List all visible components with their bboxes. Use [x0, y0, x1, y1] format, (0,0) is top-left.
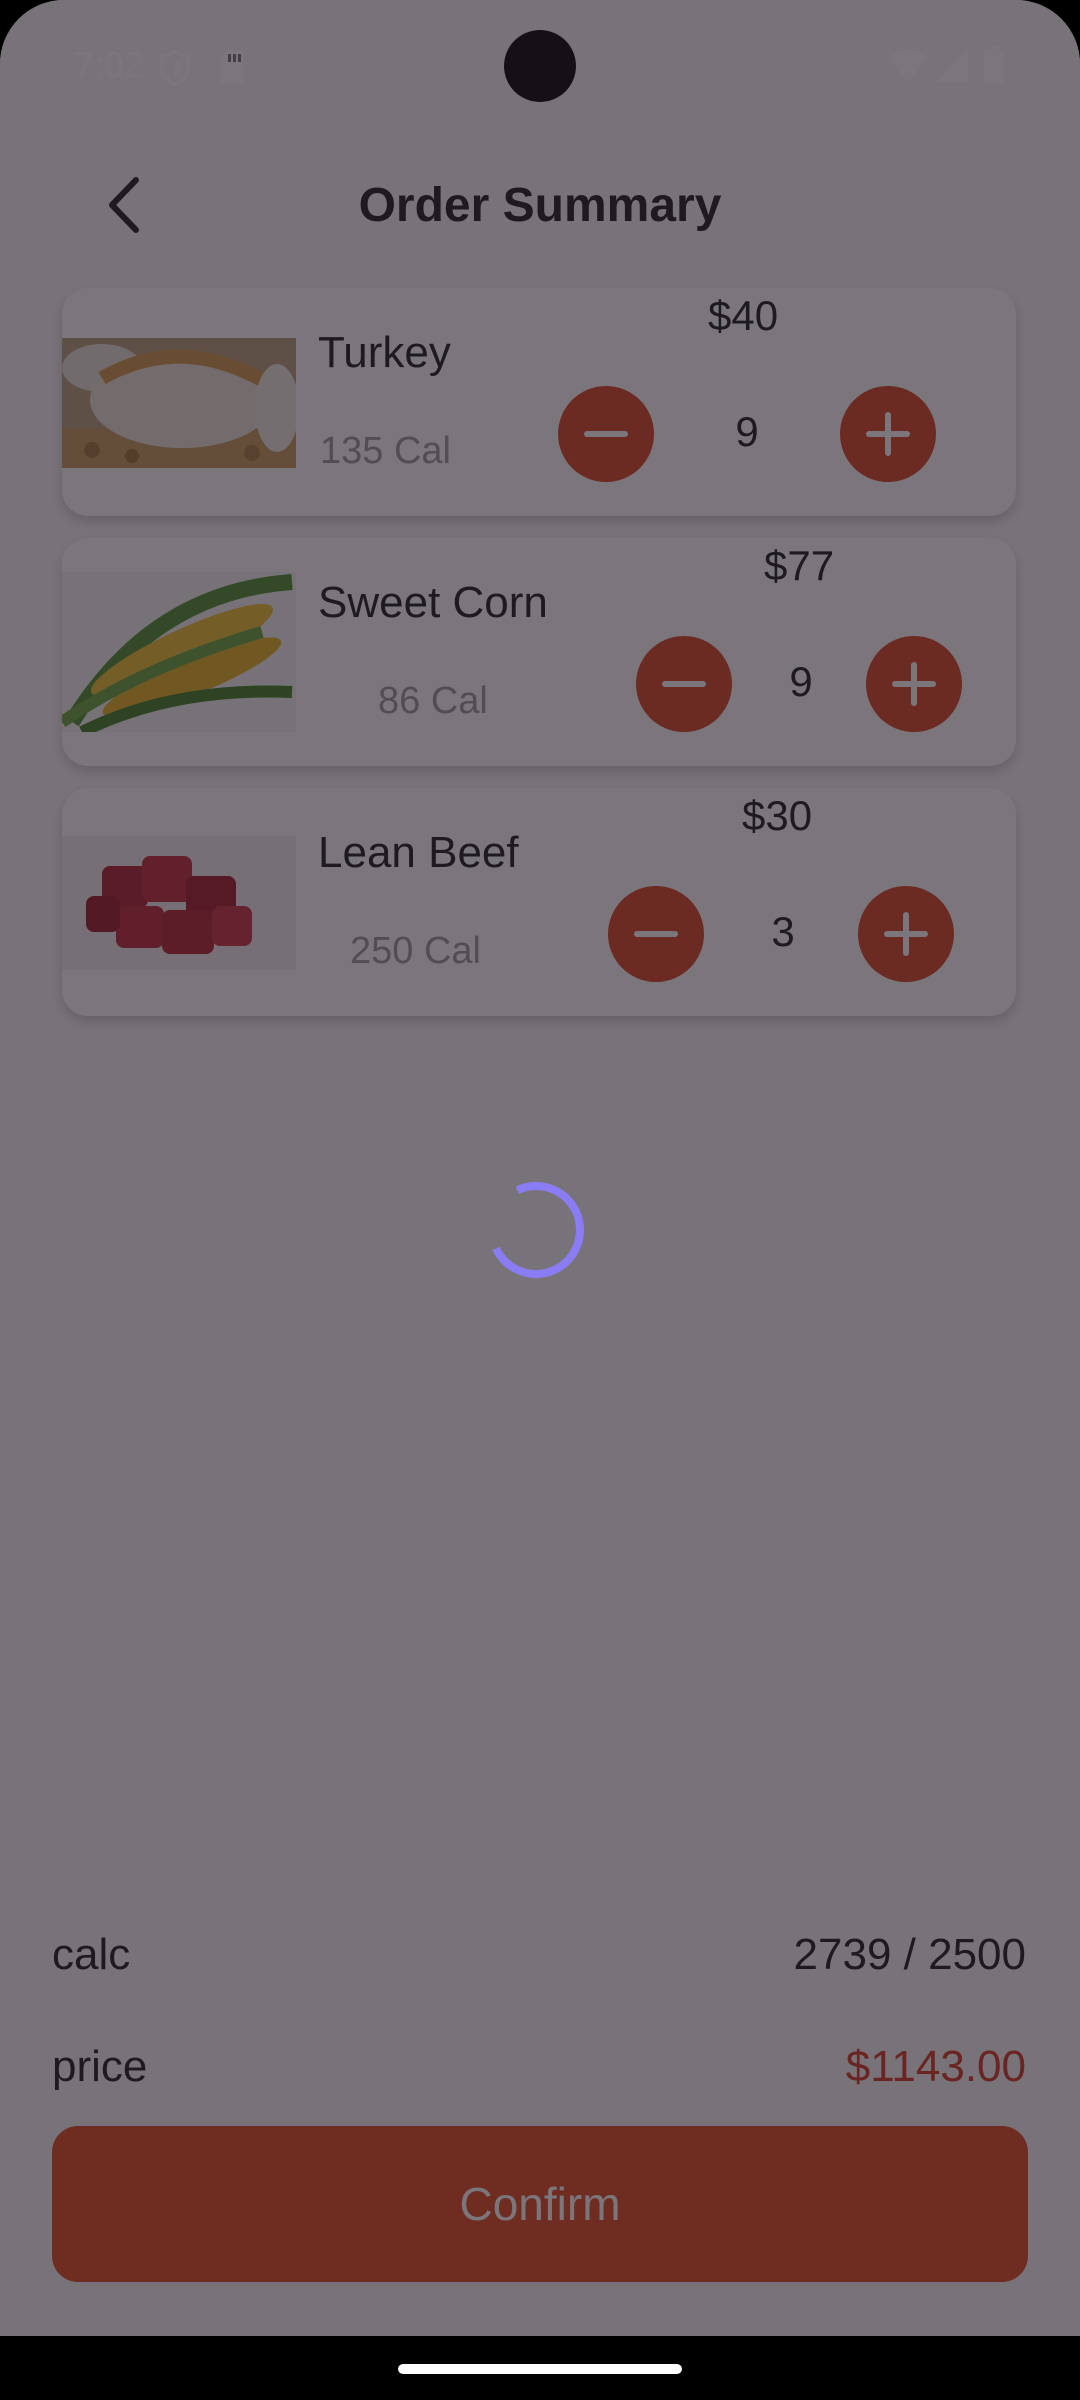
beef-image — [62, 836, 296, 970]
item-name: Lean Beef — [318, 828, 519, 877]
status-bar: 7:02 — [0, 0, 1080, 130]
calc-value: 2739 / 2500 — [793, 1930, 1026, 1979]
increase-quantity-button[interactable] — [840, 386, 936, 482]
item-quantity: 9 — [735, 408, 759, 455]
increase-quantity-button[interactable] — [858, 886, 954, 982]
shield-icon — [160, 50, 190, 86]
item-name: Turkey — [318, 328, 451, 377]
order-item-card: Sweet Corn 86 Cal $77 9 — [62, 538, 1016, 766]
app-screen: 7:02 Order Summary Turkey 135 Cal $40 9 … — [0, 0, 1080, 2336]
decrease-quantity-button[interactable] — [636, 636, 732, 732]
item-quantity: 9 — [789, 658, 813, 705]
page-title: Order Summary — [358, 179, 722, 232]
order-item-card: Turkey 135 Cal $40 9 — [62, 288, 1016, 516]
item-price: $40 — [708, 292, 779, 339]
decrease-quantity-button[interactable] — [608, 886, 704, 982]
order-item-card: Lean Beef 250 Cal $30 3 — [62, 788, 1016, 1016]
calc-label: calc — [52, 1930, 131, 1979]
signal-icon — [936, 48, 968, 82]
item-name: Sweet Corn — [318, 578, 548, 627]
item-quantity: 3 — [771, 908, 795, 955]
item-calories: 135 Cal — [320, 430, 451, 472]
item-price: $30 — [742, 792, 813, 839]
total-price-value: $1143.00 — [845, 2042, 1026, 2091]
home-gesture-bar[interactable] — [398, 2364, 682, 2374]
confirm-button[interactable]: Confirm — [52, 2126, 1028, 2282]
wifi-icon — [888, 50, 928, 82]
battery-icon — [984, 46, 1004, 84]
loading-spinner — [474, 1168, 598, 1292]
item-calories: 86 Cal — [378, 680, 488, 722]
item-price: $77 — [764, 542, 835, 589]
price-label: price — [52, 2042, 148, 2091]
item-calories: 250 Cal — [350, 930, 481, 972]
decrease-quantity-button[interactable] — [558, 386, 654, 482]
status-time: 7:02 — [74, 44, 145, 85]
camera-cutout — [504, 30, 576, 102]
increase-quantity-button[interactable] — [866, 636, 962, 732]
corn-image — [62, 572, 296, 732]
sd-card-icon — [220, 50, 244, 84]
turkey-image — [62, 338, 296, 468]
